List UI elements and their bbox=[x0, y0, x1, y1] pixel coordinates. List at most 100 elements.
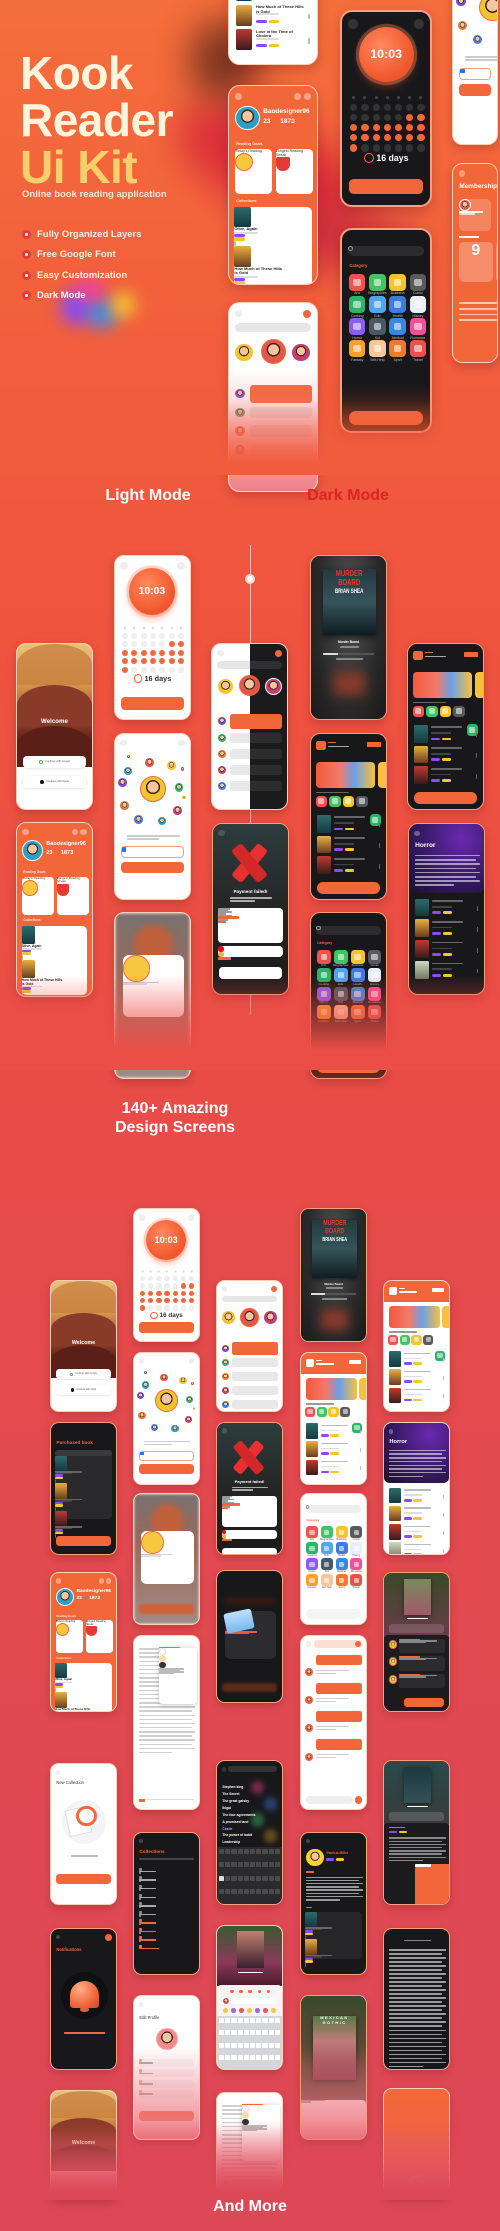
keyboard-key[interactable] bbox=[262, 2017, 268, 2023]
more-icon[interactable] bbox=[359, 1430, 362, 1435]
calendar-day[interactable] bbox=[180, 1305, 186, 1311]
search-input[interactable] bbox=[217, 660, 282, 669]
calendar-day[interactable] bbox=[374, 95, 378, 100]
category-tile-self-help[interactable] bbox=[320, 1574, 333, 1587]
keyboard-key[interactable] bbox=[243, 2055, 249, 2061]
category-tile-sport[interactable] bbox=[335, 1574, 348, 1587]
keyboard-key[interactable] bbox=[225, 1862, 231, 1868]
category-tile-business[interactable] bbox=[389, 274, 406, 291]
calendar-day[interactable] bbox=[178, 641, 185, 648]
chat-bubble[interactable] bbox=[232, 1341, 278, 1356]
category-tile-comic[interactable] bbox=[453, 705, 465, 718]
keyboard-key[interactable] bbox=[249, 2042, 256, 2048]
collection-row[interactable] bbox=[138, 1910, 195, 1917]
category-tile-history[interactable] bbox=[350, 1542, 363, 1555]
calendar-day[interactable] bbox=[383, 144, 392, 152]
search-input[interactable] bbox=[221, 1295, 278, 1303]
category-tile-fantasy[interactable] bbox=[348, 340, 366, 357]
calendar-day[interactable] bbox=[372, 103, 380, 112]
back-icon[interactable] bbox=[388, 1429, 394, 1434]
category-tile-comic[interactable] bbox=[356, 795, 368, 808]
qr-icon[interactable] bbox=[80, 829, 87, 836]
calendar-day[interactable] bbox=[350, 144, 358, 152]
keyboard-key[interactable] bbox=[274, 2030, 280, 2036]
keyboard-key[interactable] bbox=[225, 2017, 231, 2023]
settings-icon[interactable] bbox=[178, 740, 185, 747]
category-tile-romance[interactable] bbox=[350, 1558, 363, 1571]
calendar-day[interactable] bbox=[141, 1270, 144, 1273]
emoji[interactable] bbox=[247, 2008, 252, 2014]
compose-icon[interactable] bbox=[274, 650, 282, 658]
keyboard-key[interactable] bbox=[256, 1848, 262, 1854]
back-icon[interactable] bbox=[138, 1214, 146, 1222]
calendar-day[interactable] bbox=[395, 124, 403, 132]
calendar-day[interactable] bbox=[140, 632, 147, 639]
calendar-day[interactable] bbox=[350, 114, 358, 122]
calendar-day[interactable] bbox=[172, 1290, 178, 1296]
category-tile-arts[interactable] bbox=[388, 1334, 399, 1345]
keyboard-key[interactable] bbox=[237, 2017, 243, 2023]
mode-slider-handle[interactable] bbox=[245, 574, 255, 584]
back-icon[interactable] bbox=[217, 650, 224, 657]
category-tile-horror[interactable] bbox=[306, 1558, 319, 1571]
calendar-day[interactable] bbox=[159, 666, 166, 673]
calendar-day[interactable] bbox=[395, 144, 403, 152]
send-icon[interactable] bbox=[354, 1796, 362, 1804]
back-icon[interactable] bbox=[138, 1358, 145, 1364]
calendar-day[interactable] bbox=[182, 1270, 185, 1273]
bottom-nav[interactable] bbox=[317, 1061, 380, 1073]
calendar-day[interactable] bbox=[131, 641, 138, 648]
calendar-day[interactable] bbox=[395, 114, 403, 122]
keyboard-key[interactable] bbox=[225, 1875, 231, 1881]
keyboard-key[interactable] bbox=[243, 1875, 249, 1881]
category-tile-medical[interactable] bbox=[335, 1558, 348, 1571]
calendar-day[interactable] bbox=[140, 666, 147, 673]
keyboard-key[interactable] bbox=[256, 2055, 262, 2061]
search-input[interactable] bbox=[55, 1449, 112, 1456]
more-icon[interactable] bbox=[442, 1548, 445, 1553]
category-tile-arts[interactable] bbox=[348, 274, 366, 291]
keyboard-key[interactable] bbox=[231, 1875, 237, 1881]
brightness-slider[interactable] bbox=[242, 2103, 280, 2106]
category-tile-horror[interactable] bbox=[316, 986, 331, 1001]
google-button[interactable]: Continue with Google bbox=[23, 756, 86, 768]
chat-bubble[interactable] bbox=[229, 714, 283, 730]
more-icon[interactable] bbox=[378, 864, 381, 869]
back-icon[interactable] bbox=[138, 2002, 144, 2007]
google-button[interactable]: Continue with Google bbox=[56, 1369, 111, 1380]
back-icon[interactable] bbox=[221, 1286, 228, 1292]
calendar-day[interactable] bbox=[383, 103, 392, 112]
calendar-day[interactable] bbox=[172, 1298, 178, 1304]
calendar-day[interactable] bbox=[148, 1283, 154, 1289]
calendar-day[interactable] bbox=[148, 1290, 154, 1296]
calendar-day[interactable] bbox=[150, 632, 157, 639]
calendar-day[interactable] bbox=[178, 649, 185, 656]
facebook-button[interactable] bbox=[139, 1450, 194, 1461]
keyboard-key[interactable] bbox=[243, 2030, 249, 2036]
calendar-day[interactable] bbox=[132, 626, 136, 629]
chat-bubble[interactable] bbox=[229, 748, 283, 759]
chat-bubble[interactable] bbox=[232, 1400, 278, 1409]
keyboard-key[interactable] bbox=[231, 1889, 237, 1895]
category-tile-romance[interactable] bbox=[367, 986, 382, 1001]
back-icon[interactable] bbox=[221, 1428, 228, 1434]
calendar-day[interactable] bbox=[156, 1305, 162, 1311]
primary-button[interactable] bbox=[121, 861, 184, 874]
keyboard-key[interactable] bbox=[231, 2042, 237, 2048]
calendar-day[interactable] bbox=[372, 124, 380, 132]
chat-bubble[interactable] bbox=[229, 764, 283, 775]
category-tile-self-help[interactable] bbox=[369, 340, 386, 357]
more-icon[interactable] bbox=[305, 1962, 307, 1967]
back-icon[interactable] bbox=[138, 1839, 143, 1844]
progress-bar[interactable] bbox=[322, 653, 375, 655]
compose-icon[interactable] bbox=[302, 310, 311, 319]
category-tile-fantasy[interactable] bbox=[306, 1574, 319, 1587]
calendar-day[interactable] bbox=[140, 658, 147, 665]
keyboard-key[interactable] bbox=[219, 2017, 225, 2023]
calendar-day[interactable] bbox=[372, 144, 380, 152]
collection-row[interactable] bbox=[138, 1876, 195, 1883]
review-input[interactable] bbox=[232, 1997, 278, 2005]
calendar-day[interactable] bbox=[178, 658, 185, 665]
back-icon[interactable] bbox=[120, 740, 127, 747]
calendar-day[interactable] bbox=[179, 626, 183, 629]
